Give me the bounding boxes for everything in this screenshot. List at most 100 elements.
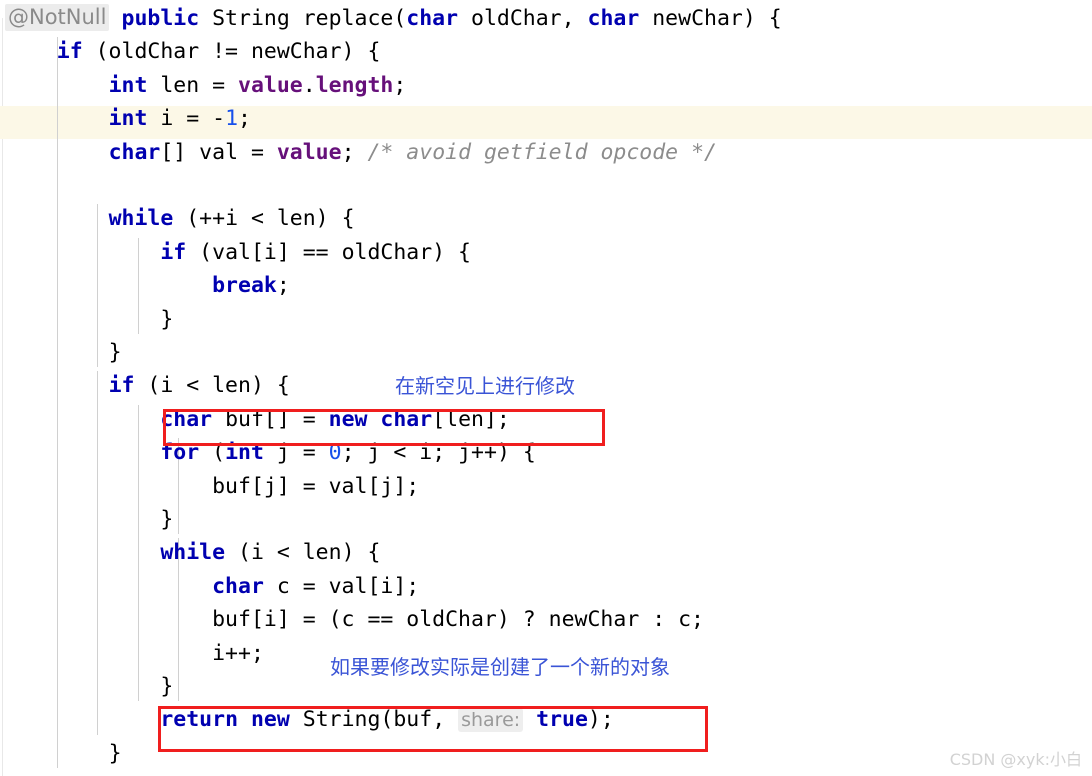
code-line[interactable]: for (int j = 0; j < i; j++) {	[0, 436, 1092, 469]
code-token: }	[108, 340, 122, 365]
code-token: char	[406, 6, 459, 31]
code-line[interactable]: public String replace(char oldChar, char…	[0, 2, 1092, 35]
code-token: (++i < len) {	[173, 206, 355, 232]
code-token: while	[108, 206, 174, 232]
code-token: (oldChar != newChar) {	[82, 39, 381, 65]
code-line[interactable]: char c = val[i];	[0, 570, 1092, 603]
code-token: .	[302, 72, 316, 98]
code-token: ;	[276, 273, 290, 299]
code-token: (i < len) {	[134, 373, 290, 399]
code-token: }	[108, 740, 122, 766]
code-token: ; j < i; j++) {	[341, 440, 536, 466]
code-token: (	[199, 440, 226, 466]
code-token: value	[276, 139, 342, 165]
code-line[interactable]: }	[0, 503, 1092, 536]
code-editor-screenshot: public String replace(char oldChar, char…	[0, 0, 1092, 776]
code-line[interactable]: }	[0, 303, 1092, 336]
share-parameter-hint[interactable]: share:	[458, 708, 524, 733]
code-token: char	[160, 406, 213, 432]
code-token: 0	[328, 440, 342, 466]
code-token: length	[315, 72, 394, 98]
code-token: buf[j] = val[j];	[212, 473, 420, 499]
code-token: if	[160, 239, 187, 265]
code-line[interactable]: buf[j] = val[j];	[0, 470, 1092, 503]
code-line[interactable]: while (i < len) {	[0, 536, 1092, 569]
code-line[interactable]: break;	[0, 269, 1092, 302]
code-token: i++;	[212, 640, 264, 666]
code-token: while	[160, 540, 226, 566]
code-line[interactable]: while (++i < len) {	[0, 202, 1092, 235]
code-token: [len];	[432, 406, 510, 432]
code-token: char	[587, 6, 640, 31]
code-token: break	[212, 273, 277, 299]
code-line[interactable]: return new String(buf, share: true);	[0, 703, 1092, 736]
code-token: value	[238, 72, 303, 98]
code-token: }	[160, 306, 174, 332]
csdn-watermark: CSDN @xyk:小白	[949, 750, 1082, 769]
code-token: String replace(	[199, 6, 407, 31]
code-token: new	[328, 406, 368, 432]
code-line[interactable]: char buf[] = new char[len];	[0, 403, 1092, 436]
code-line[interactable]	[0, 169, 1092, 202]
code-token: int	[108, 106, 148, 132]
code-token: char	[380, 406, 433, 432]
code-line[interactable]: if (oldChar != newChar) {	[0, 35, 1092, 68]
code-token: [] val =	[160, 139, 277, 165]
code-token: char	[212, 573, 264, 599]
code-token: int	[108, 72, 148, 98]
code-line[interactable]: int i = -1;	[0, 102, 1092, 135]
code-token: (val[i] == oldChar) {	[186, 239, 472, 265]
code-token: ;	[341, 139, 368, 165]
code-token: oldChar,	[458, 6, 588, 31]
code-token: String(buf,	[289, 707, 459, 733]
notnull-inlay-hint[interactable]: @NotNull	[5, 4, 110, 31]
code-line[interactable]: if (val[i] == oldChar) {	[0, 236, 1092, 269]
code-line[interactable]: char[] val = value; /* avoid getfield op…	[0, 136, 1092, 169]
code-token: }	[160, 674, 174, 699]
code-token: );	[587, 707, 614, 733]
code-token: (i < len) {	[225, 540, 381, 566]
code-token: new	[250, 707, 290, 733]
code-token: int	[225, 440, 264, 466]
code-token: public	[121, 6, 200, 31]
note-new-space: 在新空见上进行修改	[395, 374, 575, 398]
code-token: 1	[225, 106, 239, 132]
code-token: /* avoid getfield opcode */	[367, 139, 717, 165]
note-new-object: 如果要修改实际是创建了一个新的对象	[330, 655, 670, 679]
code-token: }	[160, 507, 174, 532]
code-line[interactable]: }	[0, 336, 1092, 369]
code-token: len =	[147, 72, 239, 98]
code-token: buf[i] = (c == oldChar) ? newChar : c;	[212, 607, 704, 633]
code-token: j =	[263, 440, 329, 466]
code-token: ;	[238, 106, 251, 132]
code-token: return	[160, 707, 239, 733]
code-token: buf[] =	[212, 406, 329, 432]
code-line[interactable]: int len = value.length;	[0, 69, 1092, 102]
code-token: char	[108, 139, 161, 165]
code-token: for	[160, 440, 200, 466]
code-line[interactable]: }	[0, 737, 1092, 770]
code-line[interactable]: buf[i] = (c == oldChar) ? newChar : c;	[0, 603, 1092, 636]
